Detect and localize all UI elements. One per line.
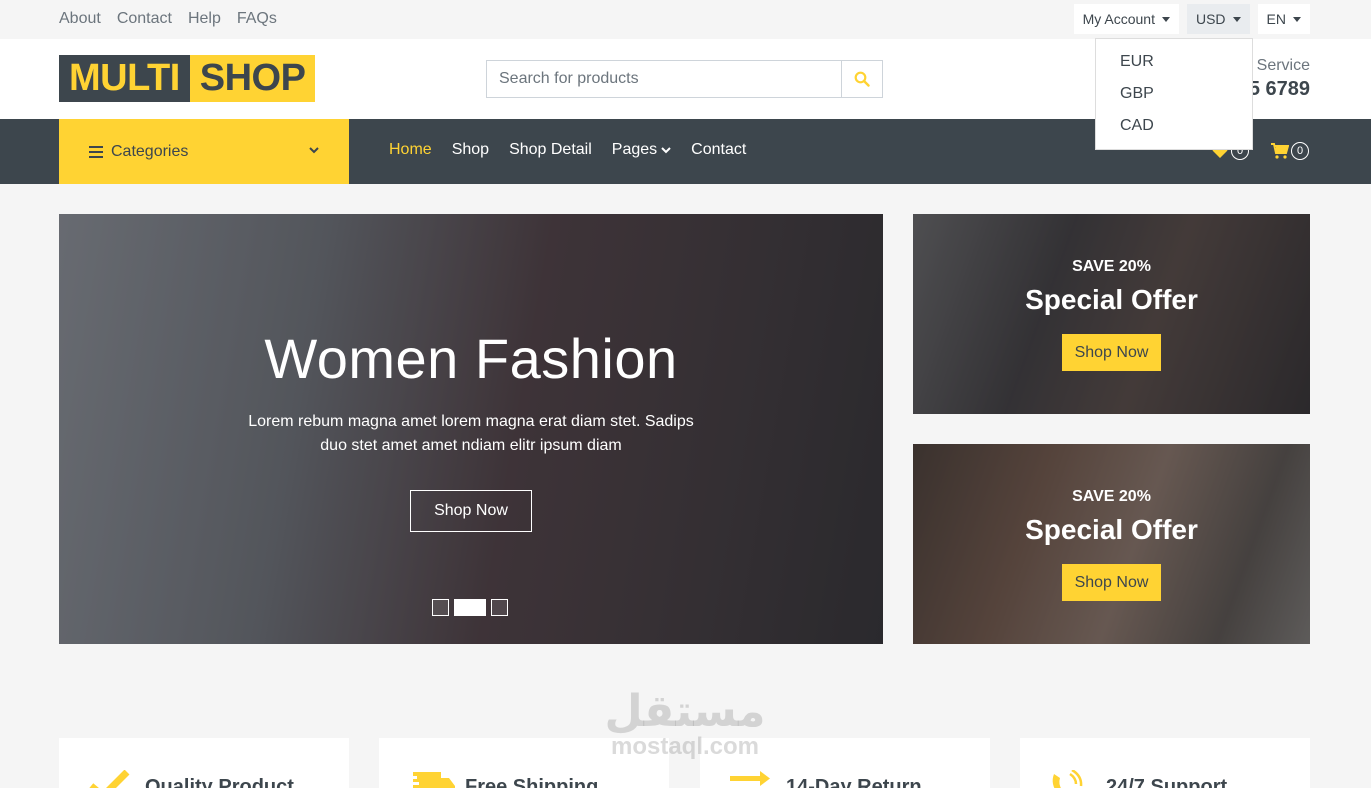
carousel-indicator-3[interactable]: [491, 599, 508, 616]
my-account-dropdown[interactable]: My Account: [1073, 4, 1179, 34]
cart-button[interactable]: 0: [1271, 142, 1309, 160]
hero-description: Lorem rebum magna amet lorem magna erat …: [248, 413, 694, 454]
customer-service-label: Service: [1256, 57, 1310, 74]
watermark: مستقل mostaql.com: [600, 690, 770, 760]
feature-title: 24/7 Support: [1106, 776, 1228, 788]
carousel-indicator-2[interactable]: [454, 599, 486, 616]
cart-icon: [1271, 143, 1289, 159]
currency-option-gbp[interactable]: GBP: [1096, 83, 1252, 115]
top-bar: About Contact Help FAQs My Account USD E…: [0, 0, 1371, 39]
nav-link-shop[interactable]: Shop: [452, 141, 489, 159]
categories-toggle[interactable]: Categories: [59, 119, 349, 184]
caret-down-icon: [1232, 16, 1241, 22]
logo[interactable]: MULTI SHOP: [59, 55, 316, 102]
feature-title: Free Shipping: [465, 776, 599, 788]
exchange-icon: [730, 771, 770, 786]
phone-icon: [1052, 770, 1083, 788]
caret-down-icon: [1293, 16, 1301, 22]
top-link-about[interactable]: About: [59, 10, 101, 28]
offer-shop-now-button-2[interactable]: Shop Now: [1062, 564, 1161, 601]
search-bar: [486, 60, 883, 98]
check-icon: [89, 770, 130, 788]
offer-title-1: Special Offer: [1025, 284, 1198, 315]
top-right-controls: My Account USD EN: [1073, 4, 1310, 34]
currency-dropdown-menu: EUR GBP CAD: [1095, 38, 1253, 150]
top-links: About Contact Help FAQs: [59, 10, 293, 28]
language-label: EN: [1266, 11, 1286, 27]
chevron-down-icon: [661, 146, 671, 153]
logo-part1: MULTI: [59, 55, 190, 102]
nav-link-pages-label: Pages: [611, 141, 658, 158]
currency-option-eur[interactable]: EUR: [1096, 51, 1252, 83]
watermark-latin: mostaql.com: [610, 733, 760, 760]
feature-support: 24/7 Support: [1020, 738, 1310, 788]
top-link-faqs[interactable]: FAQs: [237, 10, 277, 28]
feature-title: Quality Product: [145, 776, 294, 788]
hero-shop-now-button[interactable]: Shop Now: [410, 490, 532, 532]
logo-part2: SHOP: [189, 55, 316, 102]
feature-quality: Quality Product: [59, 738, 349, 788]
customer-service-phone: 5 6789: [1248, 78, 1310, 100]
offer-title-2: Special Offer: [1025, 514, 1198, 545]
bars-icon: [89, 145, 103, 158]
currency-label: USD: [1195, 11, 1226, 27]
cart-count: 0: [1291, 142, 1309, 160]
language-dropdown[interactable]: EN: [1257, 4, 1310, 34]
offer-shop-now-button-1[interactable]: Shop Now: [1062, 334, 1161, 371]
search-icon: [854, 71, 870, 87]
shipping-icon: [407, 772, 455, 788]
caret-down-icon: [1161, 16, 1170, 22]
feature-title: 14-Day Return: [786, 776, 922, 788]
chevron-down-icon: [309, 147, 319, 154]
top-link-help[interactable]: Help: [188, 10, 221, 28]
categories-label: Categories: [111, 142, 189, 160]
nav-links: Home Shop Shop Detail Pages Contact: [389, 141, 766, 159]
offer-card-2: SAVE 20% Special Offer Shop Now: [913, 444, 1310, 644]
nav-link-shop-detail[interactable]: Shop Detail: [509, 141, 592, 159]
carousel-indicators: [432, 599, 508, 616]
my-account-label: My Account: [1082, 11, 1155, 27]
nav-link-contact[interactable]: Contact: [691, 141, 746, 159]
offer-save-2: SAVE 20%: [1072, 488, 1151, 505]
top-link-contact[interactable]: Contact: [117, 10, 172, 28]
hero-carousel: Women Fashion Lorem rebum magna amet lor…: [59, 214, 883, 644]
currency-dropdown[interactable]: USD: [1186, 4, 1250, 34]
currency-option-cad[interactable]: CAD: [1096, 115, 1252, 147]
nav-link-pages[interactable]: Pages: [612, 141, 671, 159]
hero-title: Women Fashion: [264, 327, 678, 390]
search-button[interactable]: [841, 61, 882, 97]
nav-link-home[interactable]: Home: [389, 141, 432, 159]
customer-service: Service 5 6789: [1249, 57, 1310, 101]
search-input[interactable]: [487, 61, 841, 97]
carousel-indicator-1[interactable]: [432, 599, 449, 616]
offer-save-1: SAVE 20%: [1072, 258, 1151, 275]
offer-card-1: SAVE 20% Special Offer Shop Now: [913, 214, 1310, 414]
watermark-arabic: مستقل: [604, 686, 766, 737]
